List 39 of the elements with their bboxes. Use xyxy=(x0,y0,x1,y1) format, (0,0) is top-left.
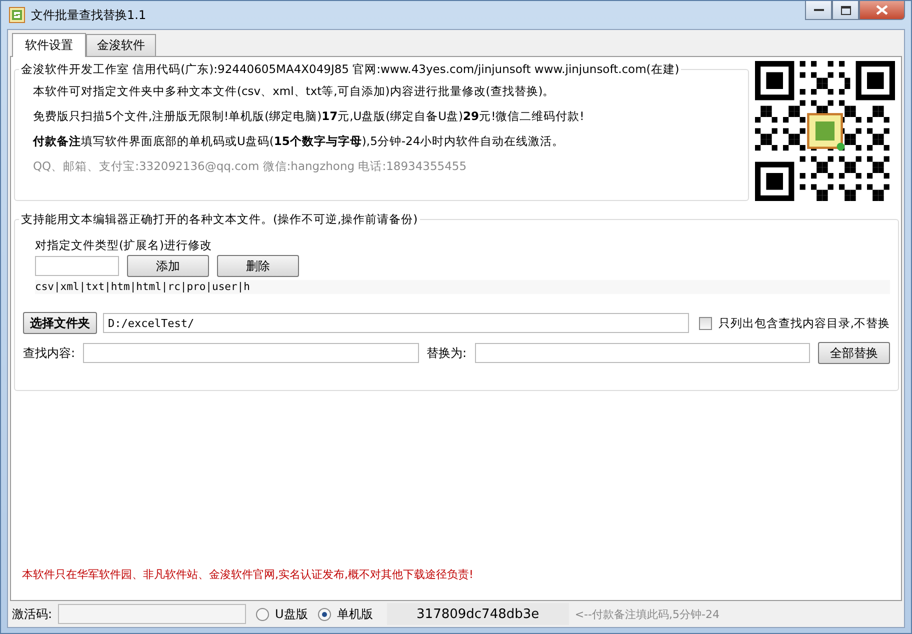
extension-input[interactable] xyxy=(35,256,119,276)
activation-input[interactable] xyxy=(58,604,246,624)
tab[interactable]: 金浚软件 xyxy=(86,34,156,56)
delete-button[interactable]: 删除 xyxy=(217,255,299,277)
extension-list: csv|xml|txt|htm|html|rc|pro|user|h xyxy=(35,280,890,294)
edition-label[interactable]: 单机版 xyxy=(336,606,373,622)
extension-label: 对指定文件类型(扩展名)进行修改 xyxy=(35,238,213,253)
tab[interactable]: 软件设置 xyxy=(12,33,86,57)
info-text: 免费版只扫描5个文件,注册版无限制!单机版(绑定电脑)17元,U盘版(绑定自备U盘)29元!微信二维码付款! xyxy=(33,109,586,124)
add-button[interactable]: 添加 xyxy=(127,255,209,277)
info-text: 付款备注填写软件界面底部的单机码或U盘码(15个数字与字母),5分钟-24小时内软件自动在线激活。 xyxy=(33,134,566,149)
edition-radio[interactable] xyxy=(318,608,331,620)
minimize-icon xyxy=(814,8,824,12)
close-button[interactable] xyxy=(859,1,905,20)
close-icon xyxy=(876,5,888,15)
maximize-icon xyxy=(840,6,850,14)
folder-path-field[interactable]: D:/excelTest/ xyxy=(103,313,690,333)
find-label: 查找内容: xyxy=(23,344,76,362)
minimize-button[interactable] xyxy=(805,1,832,20)
replace-all-button[interactable]: 全部替换 xyxy=(818,342,890,364)
group-title: 支持能用文本编辑器正确打开的各种文本文件。(操作不可逆,操作前请备份) xyxy=(19,212,420,227)
edition-radio[interactable] xyxy=(256,608,270,620)
replace-label: 替换为: xyxy=(426,344,467,362)
list-only-checkbox[interactable] xyxy=(699,316,712,330)
edition-label[interactable]: U盘版 xyxy=(275,606,308,622)
notice-text: 本软件只在华军软件园、非凡软件站、金浚软件官网,实名认证发布,概不对其他下载途径负责! xyxy=(22,567,474,582)
activation-label: 激活码: xyxy=(12,606,52,622)
app-logo-icon xyxy=(9,7,25,23)
choose-folder-button[interactable]: 选择文件夹 xyxy=(23,312,97,334)
find-input[interactable] xyxy=(83,343,418,363)
hint-text: <--付款备注填此码,5分钟-24 xyxy=(574,606,720,622)
replace-input[interactable] xyxy=(474,343,810,363)
info-text: 本软件可对指定文件夹中多种文本文件(csv、xml、txt等,可自添加)内容进行批量修改(查找替换)。 xyxy=(33,84,556,99)
window-title: 文件批量查找替换1.1 xyxy=(31,6,146,24)
machine-code-field: 317809dc748db3e xyxy=(386,603,569,625)
checkbox-label[interactable]: 只列出包含查找内容目录,不替换 xyxy=(718,316,890,330)
contact-text: QQ、邮箱、支付宝:332092136@qq.com 微信:hangzhong 电话:18934355455 xyxy=(33,159,468,174)
maximize-button[interactable] xyxy=(832,1,859,20)
group-title: 金浚软件开发工作室 信用代码(广东):92440605MA4X049J85 官网:www.43yes.com/jinjunsoft www.jinjunsoft.com(在建) xyxy=(19,62,682,77)
